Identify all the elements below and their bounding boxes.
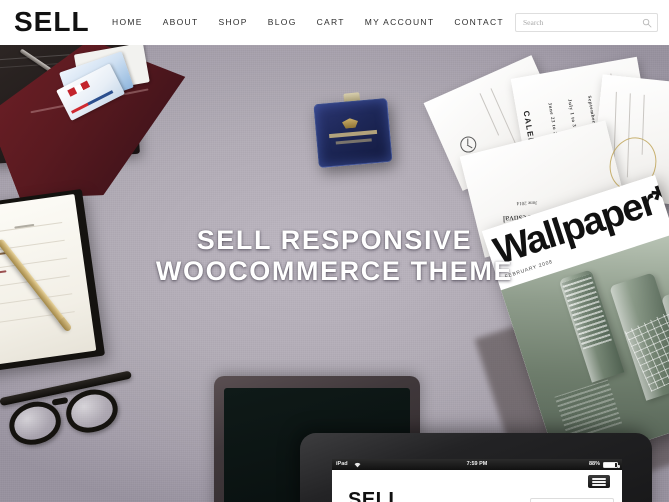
glasses-bridge: [51, 397, 69, 406]
hamburger-menu-icon[interactable]: [588, 475, 610, 488]
perfume-crest-emblem: [342, 118, 359, 129]
page-root: SELL HOME ABOUT SHOP BLOG CART MY ACCOUN…: [0, 0, 669, 502]
main-navigation: HOME ABOUT SHOP BLOG CART MY ACCOUNT CON…: [112, 17, 504, 27]
search-input[interactable]: [516, 14, 638, 31]
nav-item-shop[interactable]: SHOP: [218, 17, 247, 27]
ipad-site-header: SELL: [332, 470, 622, 502]
perfume-label-line: [329, 129, 378, 139]
ipad-clock-time: 7:59 PM: [466, 461, 488, 467]
festival-year: June 2014: [516, 199, 538, 206]
hsbc-logo-mark: [67, 80, 91, 97]
nav-item-blog[interactable]: BLOG: [268, 17, 297, 27]
ipad-status-bar: iPad 7:59 PM 88%: [332, 459, 622, 470]
ipad-screen: iPad 7:59 PM 88% SELL: [332, 459, 622, 502]
blue-perfume-bottle: [313, 97, 393, 169]
circular-brand-logo: [460, 136, 477, 153]
glasses-lens-right: [61, 383, 123, 439]
ipad-device: iPad 7:59 PM 88% SELL: [300, 433, 652, 502]
calendar-date-2: July 1 to 3: [566, 98, 577, 128]
nav-item-contact[interactable]: CONTACT: [454, 17, 504, 27]
nav-item-my-account[interactable]: MY ACCOUNT: [365, 17, 435, 27]
ipad-battery-percent: 88%: [588, 461, 600, 467]
hero-banner-photo: CALENDAR June 23 to 25 July 1 to 3 Septe…: [0, 45, 669, 502]
site-header: SELL HOME ABOUT SHOP BLOG CART MY ACCOUN…: [0, 0, 669, 45]
notebook-page: [0, 193, 97, 367]
ipad-site-logo[interactable]: SELL: [348, 490, 401, 502]
search-icon[interactable]: [642, 18, 652, 28]
site-logo[interactable]: SELL: [14, 8, 90, 36]
ipad-search-box[interactable]: [530, 498, 614, 502]
nav-item-home[interactable]: HOME: [112, 17, 143, 27]
battery-icon: [603, 462, 620, 468]
perfume-label-subline: [335, 138, 372, 145]
nav-item-cart[interactable]: CART: [317, 17, 345, 27]
nav-item-about[interactable]: ABOUT: [163, 17, 199, 27]
header-search-box[interactable]: [515, 13, 658, 32]
